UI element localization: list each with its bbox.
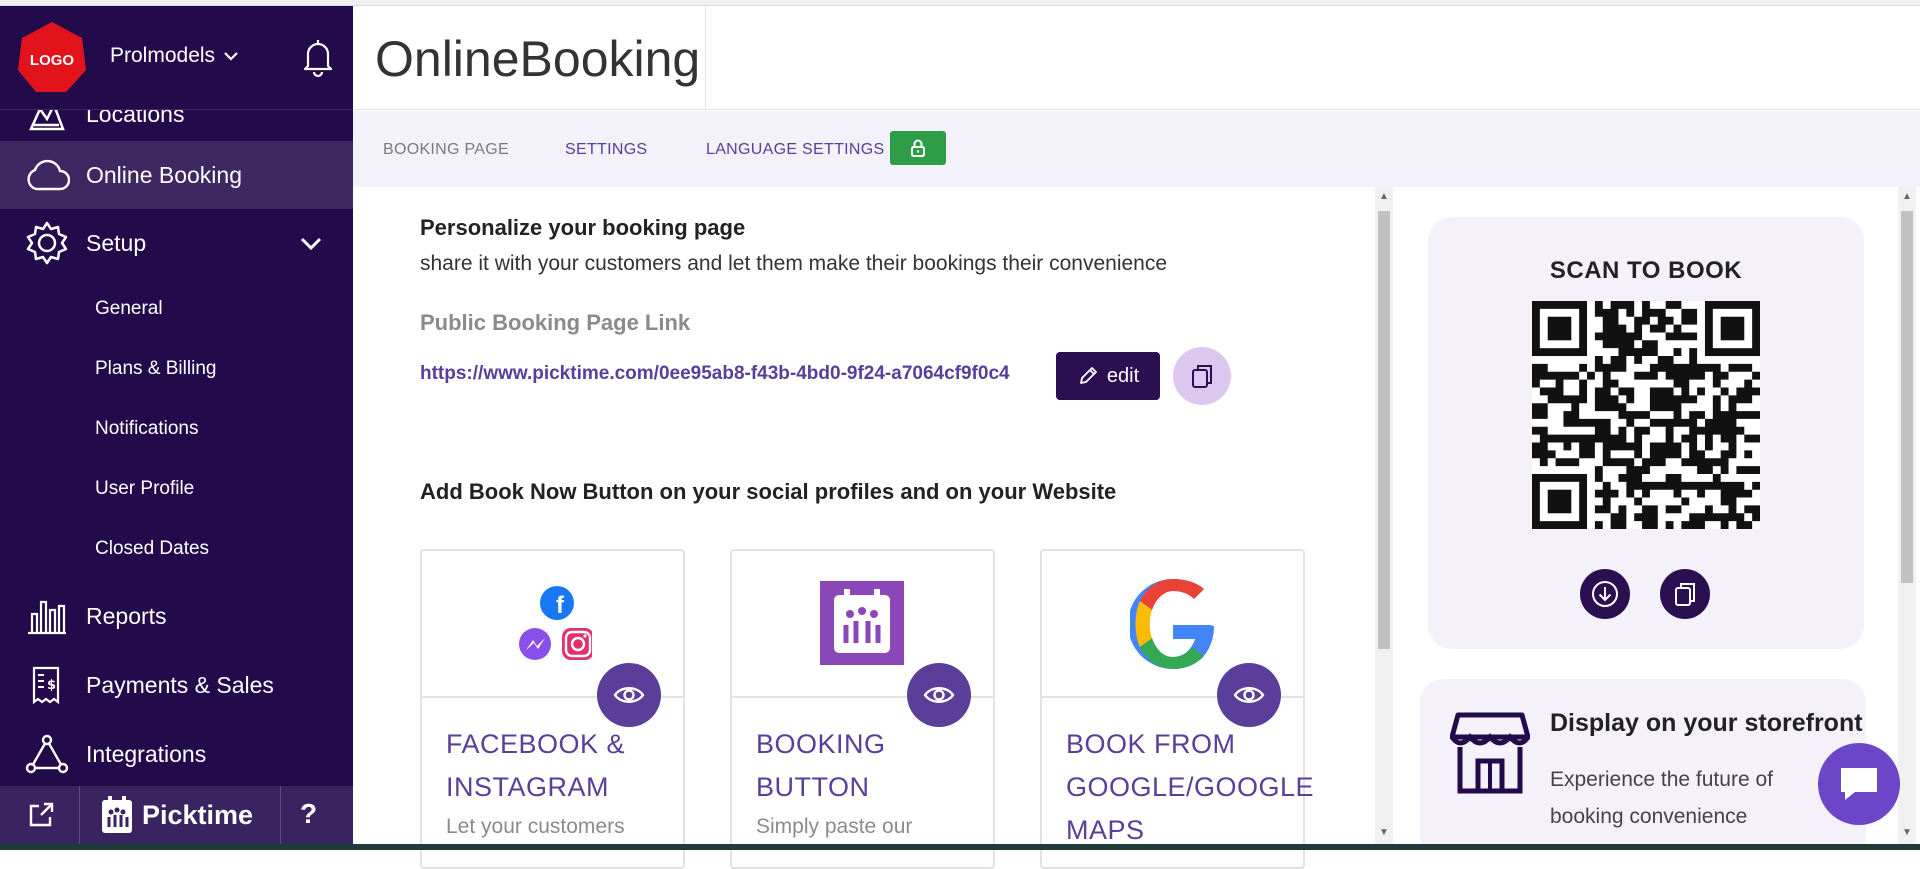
main-scrollbar[interactable]: ▲ ▼: [1375, 187, 1393, 844]
public-link-label: Public Booking Page Link: [420, 310, 691, 335]
edit-label: edit: [1106, 364, 1140, 387]
sidebar-subitem-notifications[interactable]: Notifications: [95, 418, 199, 440]
sidebar-item-label: Payments & Sales: [86, 671, 274, 698]
sidebar-item-payments-sales[interactable]: $ Payments & Sales: [0, 651, 353, 719]
scroll-down-arrow-icon[interactable]: ▼: [1902, 827, 1912, 838]
storefront-card[interactable]: Display on your storefront Experience th…: [1420, 679, 1866, 844]
booking-page-subtext: share it with your customers and let the…: [420, 252, 1168, 275]
booking-button-card[interactable]: BOOKING BUTTON Simply paste our: [730, 549, 995, 869]
svg-text:$: $: [47, 678, 56, 693]
header-divider: [705, 6, 706, 110]
eye-icon: [1233, 687, 1265, 703]
qr-code: [1531, 300, 1760, 529]
tab-booking-page[interactable]: BOOKING PAGE: [383, 141, 509, 159]
picktime-brand[interactable]: Picktime: [100, 795, 253, 835]
help-button[interactable]: ?: [300, 798, 317, 830]
taskbar-strip: [0, 844, 1920, 850]
card-title: BOOK FROM GOOGLE/GOOGLE MAPS: [1066, 729, 1315, 845]
receipt-icon: $: [22, 660, 72, 710]
bell-icon[interactable]: [300, 36, 336, 78]
google-icon: [1128, 579, 1216, 669]
external-link-icon[interactable]: [26, 800, 56, 835]
card-title: BOOKING BUTTON: [756, 729, 886, 802]
preview-eye-button[interactable]: [1217, 663, 1281, 727]
lock-badge[interactable]: [890, 131, 946, 165]
sidebar-subitem-user-profile[interactable]: User Profile: [95, 478, 194, 500]
storefront-title: Display on your storefront: [1550, 709, 1863, 737]
right-panel: SCAN TO BOOK Display on your storefront …: [1398, 187, 1898, 844]
sidebar-subitem-general[interactable]: General: [95, 298, 163, 320]
sidebar: Locations Online Booking Setup General P…: [0, 6, 353, 844]
eye-icon: [613, 687, 645, 703]
scroll-down-arrow-icon[interactable]: ▼: [1379, 827, 1389, 838]
public-booking-link[interactable]: https://www.picktime.com/0ee95ab8-f43b-4…: [420, 363, 1010, 385]
logo-text: LOGO: [30, 52, 74, 69]
sidebar-item-label: Reports: [86, 602, 167, 629]
org-switcher[interactable]: Prolmodels: [110, 44, 239, 68]
social-logos-icon: f: [512, 579, 594, 679]
scroll-up-arrow-icon[interactable]: ▲: [1379, 191, 1389, 202]
brand-name: Picktime: [142, 799, 254, 830]
chevron-down-icon[interactable]: [300, 230, 322, 257]
chevron-down-icon: [224, 52, 238, 61]
card-title: FACEBOOK & INSTAGRAM: [446, 729, 626, 802]
gear-icon: [22, 218, 72, 268]
chat-icon: [1841, 768, 1877, 800]
google-maps-card[interactable]: BOOK FROM GOOGLE/GOOGLE MAPS: [1040, 549, 1315, 869]
booking-page-heading: Personalize your booking page: [420, 215, 746, 240]
integrations-icon: [22, 729, 72, 779]
footer-divider: [280, 786, 281, 844]
copy-icon: [1675, 583, 1695, 606]
eye-icon: [923, 687, 955, 703]
copy-link-button[interactable]: [1173, 347, 1231, 405]
sidebar-item-label: Setup: [86, 229, 147, 256]
footer-divider: [79, 786, 80, 844]
scan-title: SCAN TO BOOK: [1549, 257, 1743, 284]
sidebar-footer: Picktime ?: [0, 786, 353, 844]
tab-language-settings[interactable]: LANGUAGE SETTINGS: [706, 141, 884, 159]
cloud-icon: [22, 150, 72, 200]
copy-icon: [1192, 365, 1212, 388]
preview-eye-button[interactable]: [597, 663, 661, 727]
chat-widget-button[interactable]: [1818, 743, 1900, 825]
card-description: Let your customers: [446, 815, 625, 838]
booking-calendar-icon: [820, 581, 904, 665]
social-heading: Add Book Now Button on your social profi…: [420, 479, 1117, 504]
scroll-up-arrow-icon[interactable]: ▲: [1902, 191, 1912, 202]
scrollbar-thumb[interactable]: [1901, 211, 1913, 583]
preview-eye-button[interactable]: [907, 663, 971, 727]
copy-qr-button[interactable]: [1660, 569, 1710, 619]
sidebar-item-label: Integrations: [86, 740, 207, 767]
sidebar-subitem-plans-billing[interactable]: Plans & Billing: [95, 358, 216, 380]
card-description: Simply paste our: [756, 815, 913, 838]
sidebar-subitem-closed-dates[interactable]: Closed Dates: [95, 538, 209, 560]
page-title: OnlineBooking: [375, 31, 701, 87]
lock-icon: [911, 139, 925, 157]
brand-logo[interactable]: LOGO: [14, 20, 90, 96]
sidebar-item-setup[interactable]: Setup: [0, 209, 353, 277]
org-name: Prolmodels: [110, 44, 216, 67]
sidebar-header: LOGO Prolmodels: [0, 6, 353, 110]
tab-settings[interactable]: SETTINGS: [565, 141, 647, 159]
svg-text:f: f: [556, 592, 565, 619]
storefront-text: Experience the future of booking conveni…: [1550, 768, 1773, 828]
storefront-icon: [1449, 711, 1531, 800]
sidebar-item-label: Online Booking: [86, 161, 242, 188]
edit-link-button[interactable]: edit: [1056, 352, 1160, 400]
download-icon: [1592, 581, 1618, 607]
sidebar-item-online-booking[interactable]: Online Booking: [0, 141, 353, 209]
bar-chart-icon: [22, 591, 72, 641]
scan-to-book-card: SCAN TO BOOK: [1428, 217, 1864, 649]
download-qr-button[interactable]: [1580, 569, 1630, 619]
picktime-logo-icon: [102, 796, 132, 833]
scrollbar-thumb[interactable]: [1378, 211, 1390, 649]
right-scrollbar[interactable]: ▲ ▼: [1898, 187, 1916, 844]
sidebar-item-reports[interactable]: Reports: [0, 582, 353, 650]
sidebar-item-integrations[interactable]: Integrations: [0, 720, 353, 788]
page-header: OnlineBooking: [353, 6, 1920, 110]
facebook-instagram-card[interactable]: f FACEBOOK & INSTAGRAM Let your customer…: [420, 549, 685, 869]
pencil-icon: [1079, 367, 1097, 384]
tab-bar: BOOKING PAGE SETTINGS LANGUAGE SETTINGS: [353, 111, 1920, 187]
